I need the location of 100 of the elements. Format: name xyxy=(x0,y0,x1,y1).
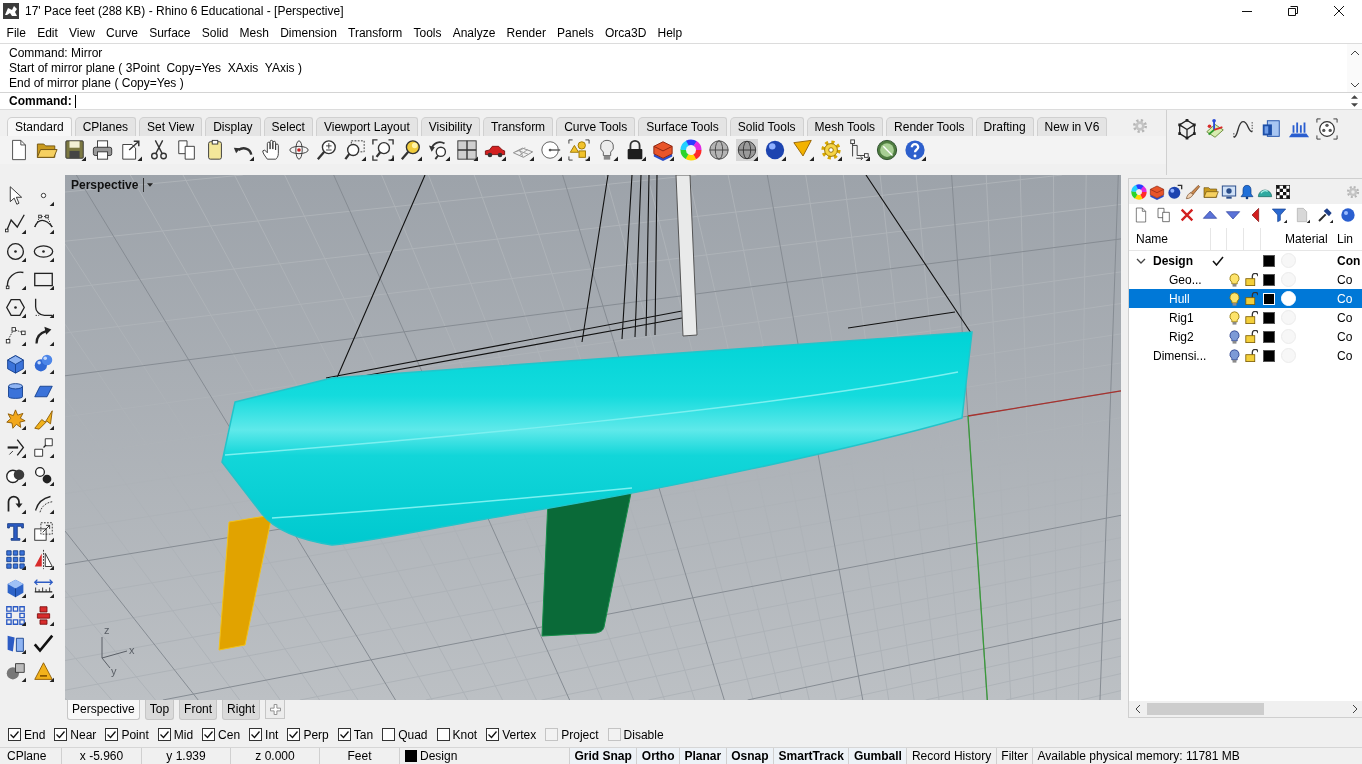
viewport-tab[interactable]: Right xyxy=(222,700,261,720)
arc-icon[interactable] xyxy=(4,268,26,290)
osnap-checkbox[interactable] xyxy=(157,728,171,741)
light-bulb-icon[interactable] xyxy=(1229,329,1240,344)
menu-item[interactable]: Orca3D xyxy=(599,25,652,40)
control-point-curve-icon[interactable] xyxy=(32,212,54,234)
toolbar-tab[interactable]: Select xyxy=(263,117,313,136)
toolbar-tab[interactable]: CPlanes xyxy=(74,117,137,136)
scroll-down-icon[interactable] xyxy=(1350,83,1359,88)
osnap-checkbox[interactable] xyxy=(337,728,351,741)
scroll-left-icon[interactable] xyxy=(1135,705,1140,713)
layers-icon[interactable] xyxy=(1149,183,1165,200)
menu-item[interactable]: Edit xyxy=(31,25,64,40)
dimension-icon[interactable] xyxy=(848,139,870,161)
padlock-icon[interactable] xyxy=(1245,292,1258,305)
warning-triangle-icon[interactable] xyxy=(32,660,54,682)
checkmark-icon[interactable] xyxy=(32,632,54,654)
osnap-label[interactable]: Mid xyxy=(173,727,194,742)
viewport-menu-button[interactable] xyxy=(143,178,154,192)
printer-icon[interactable] xyxy=(92,139,114,161)
osnap-label[interactable]: Tan xyxy=(353,727,374,742)
osnap-checkbox[interactable] xyxy=(287,728,301,741)
toolbar-tab[interactable]: Render Tools xyxy=(886,117,973,136)
mirror-icon[interactable] xyxy=(32,548,54,570)
layer-color-swatch[interactable] xyxy=(1263,349,1275,362)
scale-icon[interactable] xyxy=(32,520,54,542)
osnap-label[interactable]: Int xyxy=(265,727,279,742)
copy-icon[interactable] xyxy=(176,139,198,161)
toolbar-tab[interactable]: Display xyxy=(205,117,261,136)
linetype-label[interactable]: Co xyxy=(1337,329,1353,344)
light-bulb-icon[interactable] xyxy=(1229,348,1240,363)
toolbar-tab[interactable]: Standard xyxy=(7,117,72,136)
osnap-label[interactable]: Point xyxy=(121,727,149,742)
toolbar-tab[interactable]: Set View xyxy=(139,117,203,136)
starburst-icon[interactable] xyxy=(4,408,26,430)
status-pane-button[interactable]: Planar xyxy=(680,748,727,764)
toolbar-tab[interactable]: New in V6 xyxy=(1036,117,1108,136)
color-wheel-icon[interactable] xyxy=(1131,183,1147,200)
viewport-tab[interactable]: Perspective xyxy=(67,700,140,720)
status-pane-button[interactable]: Osnap xyxy=(726,748,775,764)
copy-icon[interactable] xyxy=(1156,206,1172,223)
column-header[interactable]: Name xyxy=(1129,232,1210,246)
polygon-icon[interactable] xyxy=(4,296,26,318)
scroll-up-icon[interactable] xyxy=(1350,50,1359,55)
menu-item[interactable]: Mesh xyxy=(234,25,275,40)
layer-row[interactable]: Hull Co xyxy=(1129,289,1362,308)
osnap-label[interactable]: End xyxy=(24,727,46,742)
wireframe-box-icon[interactable] xyxy=(1176,118,1198,140)
box-icon[interactable] xyxy=(4,352,26,374)
osnap-label[interactable]: Near xyxy=(70,727,97,742)
new-layer-icon[interactable] xyxy=(1133,206,1149,223)
filter-icon[interactable] xyxy=(1271,206,1287,223)
status-pane-button[interactable]: Grid Snap xyxy=(570,748,638,764)
shaded-sphere-icon[interactable] xyxy=(736,139,758,161)
light-bulb-icon[interactable] xyxy=(1229,272,1240,287)
shapes-icon[interactable] xyxy=(568,139,590,161)
status-pane-button[interactable]: Filter xyxy=(996,748,1034,764)
viewport-tab[interactable]: Top xyxy=(144,700,175,720)
linetype-label[interactable]: Co xyxy=(1337,348,1353,363)
menu-item[interactable]: Surface xyxy=(143,25,197,40)
film-reel-icon[interactable] xyxy=(1316,118,1338,140)
status-pane-button[interactable]: Gumball xyxy=(849,748,908,764)
spin-down-icon[interactable] xyxy=(1351,103,1358,107)
menu-item[interactable]: Dimension xyxy=(274,25,343,40)
array-icon[interactable] xyxy=(4,548,26,570)
osnap-checkbox[interactable] xyxy=(202,728,216,741)
units-button[interactable]: Feet xyxy=(320,748,400,764)
add-viewport-tab-button[interactable] xyxy=(265,700,286,719)
menu-item[interactable]: Tools xyxy=(407,25,448,40)
scissors-icon[interactable] xyxy=(148,139,170,161)
toolbar-tab[interactable]: Viewport Layout xyxy=(315,117,418,136)
toolbar-tab[interactable]: Solid Tools xyxy=(729,117,804,136)
column-header[interactable]: Material xyxy=(1278,232,1334,246)
linetype-label[interactable]: Co xyxy=(1337,272,1353,287)
menu-item[interactable]: Solid xyxy=(196,25,234,40)
fillet-icon[interactable] xyxy=(32,296,54,318)
layer-color-swatch[interactable] xyxy=(1263,330,1275,343)
monitor-icon[interactable] xyxy=(1221,183,1237,200)
polyline-icon[interactable] xyxy=(4,212,26,234)
color-wheel-icon[interactable] xyxy=(680,139,702,161)
status-pane-button[interactable]: SmartTrack xyxy=(774,748,850,764)
padlock-icon[interactable] xyxy=(1245,311,1258,324)
light-bulb-icon[interactable] xyxy=(1229,291,1240,306)
undo-view-icon[interactable] xyxy=(428,139,450,161)
osnap-checkbox[interactable] xyxy=(486,728,500,741)
osnap-checkbox[interactable] xyxy=(8,728,21,741)
grid-squares-icon[interactable] xyxy=(4,604,26,626)
osnap-label[interactable]: Knot xyxy=(452,727,478,742)
viewport-tab[interactable]: Front xyxy=(179,700,218,720)
layer-color-swatch[interactable] xyxy=(1263,273,1275,286)
rendered-sphere-icon[interactable] xyxy=(764,139,786,161)
layers-icon[interactable] xyxy=(652,139,674,161)
zoom-icon[interactable] xyxy=(316,139,338,161)
osnap-label[interactable]: Vertex xyxy=(502,727,537,742)
menu-item[interactable]: Analyze xyxy=(447,25,501,40)
toolbar-tab[interactable]: Curve Tools xyxy=(556,117,636,136)
orbit-icon[interactable] xyxy=(288,139,310,161)
four-viewports-icon[interactable] xyxy=(456,139,478,161)
blank-page-icon[interactable] xyxy=(1294,206,1310,223)
cone-icon[interactable] xyxy=(792,139,814,161)
